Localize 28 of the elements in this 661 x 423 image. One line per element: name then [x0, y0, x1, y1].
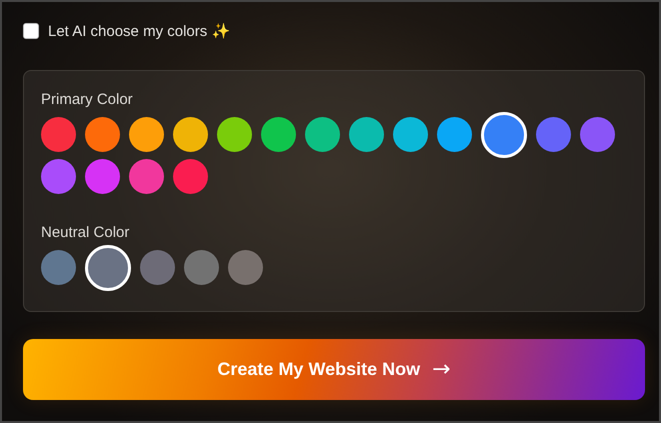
- checkbox[interactable]: [23, 23, 39, 39]
- color-swatch[interactable]: [173, 159, 208, 194]
- color-swatch[interactable]: [85, 117, 120, 152]
- arrow-icon: →: [432, 357, 451, 382]
- color-swatch[interactable]: [41, 159, 76, 194]
- color-swatch[interactable]: [184, 250, 219, 285]
- color-swatch[interactable]: [536, 117, 571, 152]
- color-swatch[interactable]: [85, 244, 131, 290]
- color-swatch[interactable]: [140, 250, 175, 285]
- color-swatch[interactable]: [85, 159, 120, 194]
- color-swatch[interactable]: [41, 117, 76, 152]
- color-swatch[interactable]: [129, 117, 164, 152]
- color-swatch[interactable]: [129, 159, 164, 194]
- color-swatch[interactable]: [173, 117, 208, 152]
- color-swatch[interactable]: [393, 117, 428, 152]
- section-label: Neutral Color: [41, 224, 130, 241]
- color-swatch[interactable]: [41, 250, 76, 285]
- color-swatch[interactable]: [481, 112, 527, 158]
- color-swatch[interactable]: [261, 117, 296, 152]
- section-label: Primary Color: [41, 91, 134, 108]
- color-swatch[interactable]: [437, 117, 472, 152]
- color-swatch[interactable]: [305, 117, 340, 152]
- color-swatch[interactable]: [217, 117, 252, 152]
- color-swatch[interactable]: [580, 117, 615, 152]
- create-website-button[interactable]: Create My Website Now →: [23, 339, 645, 400]
- color-swatch[interactable]: [228, 250, 263, 285]
- color-swatch[interactable]: [349, 117, 384, 152]
- checkbox-label: Let AI choose my colors ✨: [48, 22, 230, 40]
